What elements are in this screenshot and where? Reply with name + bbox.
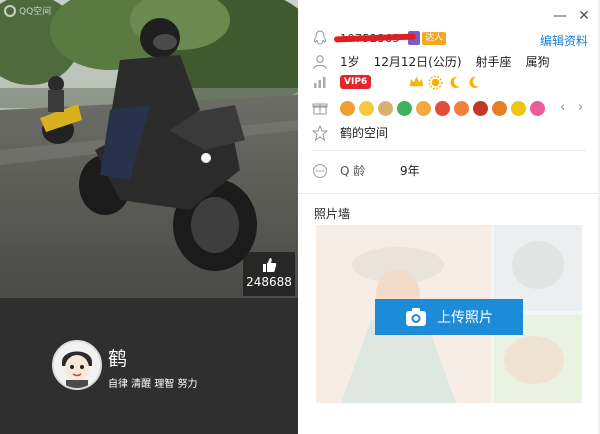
upload-photo-label: 上传照片 (437, 310, 493, 326)
nickname: 鹤 (108, 348, 128, 370)
qq-number: 10752365 (333, 32, 417, 45)
divider (298, 193, 600, 194)
right-panel: — ✕ 10752365 达人 编辑资料 1岁 12月12日(公历) 射手座 属… (298, 0, 600, 434)
like-count: 248688 (246, 275, 292, 289)
qzone-logo-icon (4, 4, 16, 17)
pet-icon[interactable] (435, 100, 450, 116)
pet-icon[interactable] (359, 100, 374, 116)
moon-icon (469, 76, 480, 88)
gift-box-icon (312, 103, 328, 115)
next-arrow-icon[interactable]: › (578, 100, 583, 115)
app-logo: QQ空间 (4, 4, 51, 17)
photo-wall: 上传照片 (316, 225, 582, 403)
zodiac-text: 射手座 (475, 55, 512, 69)
crown-icon (410, 76, 424, 86)
close-icon: ✕ (578, 8, 590, 24)
decoration-row (312, 100, 590, 116)
pet-icon[interactable] (530, 100, 545, 116)
daren-badge[interactable]: 达人 (422, 31, 447, 45)
pet-icon[interactable] (511, 100, 526, 116)
moon-icon (450, 76, 461, 88)
edit-profile-link[interactable]: 编辑资料 (540, 32, 588, 49)
close-button[interactable]: ✕ (576, 8, 592, 24)
profile-card-window: QQ空间 248688 鹤 自律 清醒 理智 努力 — ✕ 达人 编辑资料 1岁… (0, 0, 600, 434)
cover-photo[interactable]: QQ空间 248688 (0, 0, 298, 298)
more-circle-icon (313, 163, 327, 178)
level-chart-icon (314, 77, 326, 88)
pet-icon[interactable] (397, 100, 412, 116)
pet-icon[interactable] (454, 100, 469, 116)
penguin-icon (313, 30, 327, 45)
left-panel: QQ空间 248688 鹤 自律 清醒 理智 努力 (0, 0, 298, 434)
q-age-label: Q 龄 (340, 164, 366, 178)
vip-level-row: VIP6 (312, 74, 590, 90)
minimize-button[interactable]: — (552, 8, 568, 24)
upload-photo-button[interactable]: 上传照片 (375, 299, 523, 335)
prev-arrow-icon[interactable]: ‹ (560, 100, 565, 115)
age-text: 1岁 (340, 55, 360, 69)
pet-icon[interactable] (473, 100, 488, 116)
pet-icon[interactable] (492, 100, 507, 116)
chinese-zodiac-text: 属狗 (525, 55, 550, 69)
sun-icon (428, 75, 443, 89)
avatar[interactable] (52, 340, 102, 390)
person-icon (313, 54, 327, 69)
like-button[interactable]: 248688 (243, 252, 295, 296)
personal-signature: 自律 清醒 理智 努力 (108, 379, 198, 390)
pet-icon[interactable] (416, 100, 431, 116)
birthday-text: 12月12日(公历) (373, 55, 462, 69)
thumbs-up-icon (263, 258, 277, 272)
photo-wall-label: 照片墙 (314, 207, 351, 221)
basic-info-row: 1岁 12月12日(公历) 射手座 属狗 (312, 53, 590, 70)
divider (312, 150, 586, 151)
space-link[interactable]: 鹤的空间 (340, 124, 388, 141)
profile-section: 鹤 自律 清醒 理智 努力 (0, 298, 298, 434)
avatar-image (54, 342, 100, 388)
space-link-row: 鹤的空间 (312, 124, 590, 141)
pet-icon[interactable] (378, 100, 393, 116)
q-age-value: 9年 (400, 164, 420, 178)
camera-icon (406, 308, 426, 326)
q-age-row: Q 龄 9年 (312, 162, 590, 179)
vip-badge[interactable]: VIP6 (340, 75, 372, 89)
star-icon (312, 124, 328, 141)
app-logo-text: QQ空间 (19, 7, 52, 17)
pet-icon[interactable] (340, 100, 355, 116)
minimize-icon: — (553, 8, 567, 24)
